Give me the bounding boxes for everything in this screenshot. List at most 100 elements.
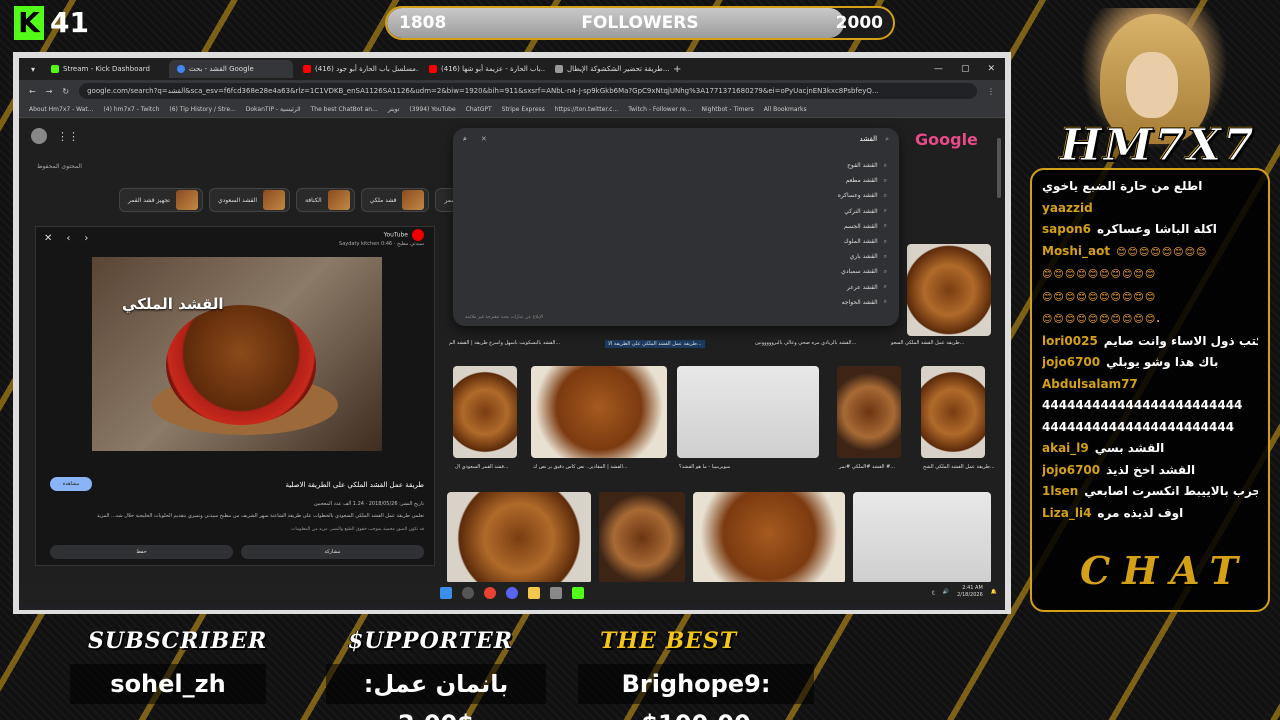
close-panel-icon[interactable]: ✕: [44, 233, 52, 244]
back-icon[interactable]: ←: [29, 87, 36, 96]
bookmark-item[interactable]: Twitch - Follower re...: [628, 106, 691, 113]
suggestion-item[interactable]: القشد عرعر ⌕: [453, 280, 899, 295]
app-icon[interactable]: [550, 587, 562, 599]
maximize-icon[interactable]: ▢: [961, 64, 970, 74]
result-thumbnail[interactable]: [453, 366, 517, 458]
share-button[interactable]: مشاركة: [241, 545, 424, 559]
chrome-icon[interactable]: [484, 587, 496, 599]
clock[interactable]: 2:41 AM 2/18/2026: [957, 585, 983, 599]
bookmark-item[interactable]: ChatGPT: [466, 106, 492, 113]
previous-icon[interactable]: ‹: [66, 233, 70, 244]
bookmark-item[interactable]: All Bookmarks: [764, 106, 807, 113]
suggestion-item[interactable]: القشد سمبادي ⌕: [453, 264, 899, 279]
tab-google-search[interactable]: القشد - بحث Google: [169, 60, 294, 78]
bookmark-item[interactable]: Nightbot - Timers: [702, 106, 754, 113]
suggestion-item[interactable]: القشد الملوك ⌕: [453, 234, 899, 249]
bookmark-item[interactable]: تويتر: [388, 106, 400, 113]
panel-source[interactable]: YouTube: [384, 232, 408, 239]
chat-username[interactable]: yaazzid: [1042, 201, 1093, 215]
chat-username[interactable]: Abdulsalam77: [1042, 377, 1138, 391]
bookmark-item[interactable]: (6) Tip History / Stre...: [169, 106, 235, 113]
avatar[interactable]: [31, 128, 47, 144]
suggestion-item[interactable]: القشد الفوح ⌕: [453, 158, 899, 173]
result-thumbnail[interactable]: [447, 492, 591, 584]
scrollbar[interactable]: [997, 138, 1001, 198]
tab-kick-dashboard[interactable]: Stream - Kick Dashboard: [43, 60, 167, 78]
close-icon[interactable]: ✕: [987, 64, 995, 74]
bookmark-item[interactable]: DokanTIP - الرئيسية: [246, 106, 301, 113]
chat-username[interactable]: sapon6: [1042, 222, 1091, 236]
panel-title[interactable]: طريقة عمل القشد الملكي على الطريقة الاصل…: [285, 481, 424, 489]
visit-button[interactable]: مشاهدة: [50, 477, 92, 491]
related-chip[interactable]: قشد ملكي: [360, 188, 430, 212]
language-indicator[interactable]: ع: [932, 589, 935, 595]
search-input[interactable]: القشد: [860, 135, 878, 143]
chat-username[interactable]: jojo6700: [1042, 355, 1100, 369]
suggestion-item[interactable]: القشد مطعم ⌕: [453, 173, 899, 188]
bookmark-item[interactable]: About Hm7x7 - Wat...: [29, 106, 93, 113]
result-thumbnail[interactable]: [921, 366, 985, 458]
tab-search-icon[interactable]: ▾: [25, 65, 41, 74]
kick-app-icon[interactable]: [572, 587, 584, 599]
chat-username[interactable]: jojo6700: [1042, 463, 1100, 477]
search-icon[interactable]: ⌕: [463, 135, 467, 144]
result-caption[interactable]: سوبربيبيا - ما هو القشد؟: [679, 464, 730, 470]
extensions-icon[interactable]: ⋮: [987, 87, 995, 96]
chat-username[interactable]: Liza_li4: [1042, 506, 1091, 520]
preview-image[interactable]: القشد الملكي: [92, 257, 382, 451]
tab-youtube-2[interactable]: (416) باب الحارة - عزيمة أبو شها...: [421, 60, 545, 78]
result-caption[interactable]: القشد بالزيادي مره صحي وعالي بالبروووووت…: [755, 340, 856, 346]
suggestion-item[interactable]: القشد الحواجه ⌕: [453, 295, 899, 310]
tab-youtube-1[interactable]: (416) مسلسل باب الحارة أبو جود...: [295, 60, 419, 78]
bookmark-item[interactable]: https://ton.twitter.c...: [555, 106, 618, 113]
clear-search-icon[interactable]: ✕: [481, 135, 487, 143]
chat-username[interactable]: lori0025: [1042, 334, 1098, 348]
result-caption[interactable]: القشد بالبسكويت باسهل واسرع طريقة | القش…: [449, 340, 560, 346]
result-caption[interactable]: طريقة عمل القشد الملكي السعو...: [891, 340, 964, 346]
chat-username[interactable]: Moshi_aot: [1042, 244, 1110, 258]
result-thumbnail[interactable]: [693, 492, 845, 584]
result-caption[interactable]: قشد القمر السعودي ال...: [455, 464, 509, 470]
result-thumbnail[interactable]: [677, 366, 819, 458]
report-suggestions-link[interactable]: الإبلاغ عن عبارات بحث مقترحة غير ملائمة: [465, 315, 543, 320]
suggestion-item[interactable]: القشد باري ⌕: [453, 249, 899, 264]
result-caption[interactable]: القشد #الملكي #نمر #...: [839, 464, 895, 470]
next-icon[interactable]: ›: [84, 233, 88, 244]
chat-username[interactable]: akai_l9: [1042, 441, 1089, 455]
result-caption[interactable]: طريقة عمل القشد الملكي على الطريقة الا..…: [605, 340, 705, 348]
discord-icon[interactable]: [506, 587, 518, 599]
suggestion-item[interactable]: القشد وعساكره ⌕: [453, 188, 899, 203]
result-thumbnail[interactable]: [907, 244, 991, 336]
chat-username[interactable]: 1lsen: [1042, 484, 1078, 498]
volume-icon[interactable]: 🔊: [943, 589, 949, 595]
suggestion-item[interactable]: القشد الجسم ⌕: [453, 219, 899, 234]
bookmark-item[interactable]: The best ChatBot an...: [311, 106, 378, 113]
windows-start-icon[interactable]: [440, 587, 452, 599]
result-thumbnail[interactable]: [837, 366, 901, 458]
bookmark-item[interactable]: (3994) YouTube: [409, 106, 455, 113]
bookmark-item[interactable]: (4) hm7x7 - Twitch: [103, 106, 159, 113]
url-input[interactable]: google.com/search?q=القشد&sca_esv=f6fcd3…: [79, 83, 977, 99]
minimize-icon[interactable]: —: [934, 64, 943, 74]
search-icon[interactable]: [462, 587, 474, 599]
suggestion-item[interactable]: القشد التركي ⌕: [453, 204, 899, 219]
related-chip[interactable]: الكنافة: [296, 188, 355, 212]
new-tab-button[interactable]: +: [673, 64, 681, 75]
result-thumbnail[interactable]: [599, 492, 685, 584]
apps-grid-icon[interactable]: ⋮⋮: [57, 130, 79, 143]
save-button[interactable]: حفظ: [50, 545, 233, 559]
google-logo[interactable]: Google: [915, 130, 978, 149]
notification-icon[interactable]: 🔔: [991, 589, 997, 595]
result-caption[interactable]: القشد | المقادير.. نص كاس دقيق بر نص ك..…: [533, 464, 628, 470]
reload-icon[interactable]: ↻: [62, 87, 69, 96]
bookmark-item[interactable]: Stripe Express: [502, 106, 545, 113]
tab-recipe[interactable]: طريقة تحضير الشكشوكة الإيطال...: [547, 60, 671, 78]
result-thumbnail[interactable]: [531, 366, 667, 458]
related-chip[interactable]: القشد السعودي: [208, 188, 291, 212]
saved-content-link[interactable]: المحتوى المحفوظ: [37, 163, 82, 170]
result-thumbnail[interactable]: [853, 492, 991, 584]
result-caption[interactable]: طريقة عمل القشد الملكي الشح...: [923, 464, 995, 470]
related-chip[interactable]: تجهيز قشد القمر: [119, 188, 203, 212]
forward-icon[interactable]: →: [46, 87, 53, 96]
file-explorer-icon[interactable]: [528, 587, 540, 599]
